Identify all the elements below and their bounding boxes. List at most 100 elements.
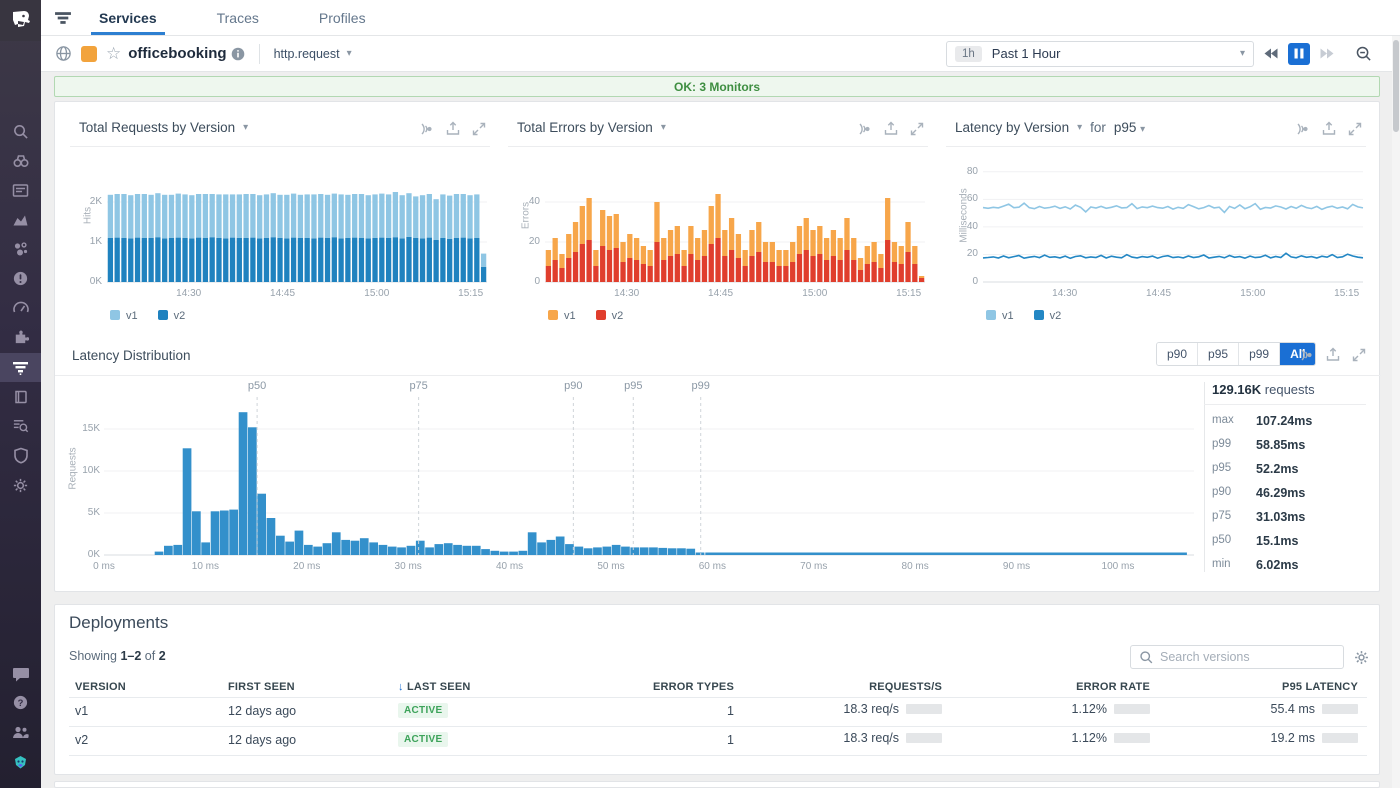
col-last-seen[interactable]: ↓ LAST SEEN <box>398 681 471 693</box>
operation-name: http.request <box>274 47 340 61</box>
sidebar-item-security[interactable] <box>0 441 41 470</box>
p95-latency-cell: 55.4 ms <box>1271 702 1358 716</box>
sidebar-item-events[interactable] <box>0 176 41 205</box>
table-settings-gear-icon[interactable] <box>1353 649 1370 666</box>
forecast-icon[interactable] <box>418 122 434 136</box>
x-axis-tick: 60 ms <box>690 561 734 572</box>
errors-chart-title-dropdown[interactable]: Total Errors by Version▾ <box>517 120 666 135</box>
Latency by Version-plot[interactable] <box>983 152 1363 284</box>
forecast-icon[interactable] <box>1298 348 1314 362</box>
col-error-rate[interactable]: ERROR RATE <box>1076 681 1150 693</box>
col-version[interactable]: VERSION <box>75 681 126 693</box>
sidebar-item-integrations[interactable] <box>0 323 41 352</box>
Total Errors by Version-plot[interactable] <box>545 152 925 284</box>
globe-icon[interactable] <box>55 45 72 62</box>
zoom-out-button[interactable] <box>1352 43 1374 65</box>
legend-item-v1[interactable]: v1 <box>548 310 576 322</box>
last-seen-cell: ACTIVE <box>398 731 448 745</box>
sidebar-item-dashboards[interactable] <box>0 293 41 322</box>
col-p95-latency[interactable]: P95 LATENCY <box>1282 681 1358 693</box>
x-axis-tick: 14:30 <box>607 288 647 299</box>
fast-forward-icon <box>1320 48 1334 59</box>
legend-item-v1[interactable]: v1 <box>110 310 138 322</box>
sidebar-item-logs[interactable] <box>0 411 41 440</box>
requests-meter <box>906 704 942 714</box>
legend-item-v2[interactable]: v2 <box>1034 310 1062 322</box>
service-type-swatch[interactable] <box>81 46 97 62</box>
fast-forward-button[interactable] <box>1316 43 1338 65</box>
error-rate-value: 1.12% <box>1072 702 1107 716</box>
latency-stat-p50: p5015.1ms <box>1212 534 1372 548</box>
sidebar-item-monitors[interactable] <box>0 264 41 293</box>
legend-item-v1[interactable]: v1 <box>986 310 1014 322</box>
col-error-types[interactable]: ERROR TYPES <box>653 681 734 693</box>
p99-button[interactable]: p99 <box>1239 343 1280 365</box>
latency-distribution-chart[interactable]: p50p75p90p95p990K5K10K15KRequests0 ms10 … <box>55 375 1205 585</box>
operation-select[interactable]: http.request ▾ <box>274 47 352 61</box>
page-scrollbar[interactable] <box>1392 36 1400 788</box>
sidebar-item-search[interactable] <box>0 117 41 146</box>
expand-icon[interactable] <box>1352 348 1366 362</box>
monitors-status-banner[interactable]: OK: 3 Monitors <box>54 76 1380 97</box>
time-range-select[interactable]: 1h Past 1 Hour ▾ <box>946 41 1254 67</box>
col-first-seen[interactable]: FIRST SEEN <box>228 681 295 693</box>
latency-distribution-plot[interactable]: p50p75p90p95p99 <box>104 377 1200 557</box>
rewind-button[interactable] <box>1260 43 1282 65</box>
metrics-panel: Total Requests by Version▾ Total Errors … <box>54 101 1380 592</box>
favorite-star-icon[interactable]: ☆ <box>106 44 121 64</box>
errors-chart[interactable]: 0204014:3014:4515:0015:15Errorsv1v2 <box>508 146 928 366</box>
x-axis-tick: 70 ms <box>792 561 836 572</box>
datadog-logo[interactable] <box>0 0 41 41</box>
forecast-icon[interactable] <box>1294 122 1310 136</box>
apm-service-page: ? Services Traces Profiles ☆ officebooki… <box>0 0 1400 788</box>
x-axis-tick: 100 ms <box>1096 561 1140 572</box>
sidebar-item-users[interactable] <box>0 718 41 747</box>
x-axis-tick: 20 ms <box>285 561 329 572</box>
legend-item-v2[interactable]: v2 <box>158 310 186 322</box>
pause-button[interactable] <box>1288 43 1310 65</box>
requests-chart-title-dropdown[interactable]: Total Requests by Version▾ <box>79 120 248 135</box>
tab-traces[interactable]: Traces <box>203 0 273 35</box>
sidebar-item-infrastructure[interactable] <box>0 234 41 263</box>
export-icon[interactable] <box>1322 121 1336 136</box>
x-axis-tick: 0 ms <box>82 561 126 572</box>
tab-profiles[interactable]: Profiles <box>305 0 380 35</box>
latency-chart-title-dropdown[interactable]: Latency by Version▾ for p95 ▾ <box>955 120 1145 135</box>
sidebar-item-apm[interactable] <box>0 353 41 382</box>
deployments-title: Deployments <box>69 613 168 633</box>
chevron-down-icon: ▾ <box>1077 122 1082 133</box>
col-requests[interactable]: REQUESTS/S <box>869 681 942 693</box>
scrollbar-thumb[interactable] <box>1393 40 1399 132</box>
search-versions-input[interactable] <box>1160 650 1330 664</box>
Total Requests by Version-plot[interactable] <box>107 152 487 284</box>
expand-icon[interactable] <box>1348 122 1362 136</box>
x-axis-tick: 10 ms <box>183 561 227 572</box>
export-icon[interactable] <box>1326 347 1340 362</box>
version-cell[interactable]: v1 <box>75 704 88 718</box>
requests-cell: 18.3 req/s <box>843 731 942 745</box>
latency-chart[interactable]: 02040608014:3014:4515:0015:15Millisecond… <box>946 146 1366 366</box>
sidebar-item-chat[interactable] <box>0 659 41 688</box>
info-icon[interactable] <box>231 47 245 61</box>
sidebar-item-notebooks[interactable] <box>0 382 41 411</box>
sidebar-item-metrics[interactable] <box>0 205 41 234</box>
export-icon[interactable] <box>884 121 898 136</box>
tab-services[interactable]: Services <box>85 0 171 35</box>
sidebar-item-settings[interactable] <box>0 471 41 500</box>
version-cell[interactable]: v2 <box>75 733 88 747</box>
sidebar-item-help[interactable]: ? <box>0 688 41 717</box>
sidebar-item-watchdog[interactable] <box>0 146 41 175</box>
p90-button[interactable]: p90 <box>1157 343 1198 365</box>
divider <box>1204 404 1366 405</box>
expand-icon[interactable] <box>910 122 924 136</box>
legend-item-v2[interactable]: v2 <box>596 310 624 322</box>
requests-chart[interactable]: 0K1K2K14:3014:4515:0015:15Hitsv1v2 <box>70 146 490 366</box>
users-icon <box>11 725 30 740</box>
export-icon[interactable] <box>446 121 460 136</box>
expand-icon[interactable] <box>472 122 486 136</box>
showing-total: 2 <box>159 649 166 663</box>
sidebar-item-bits[interactable] <box>0 747 41 776</box>
latency-percentile-dropdown[interactable]: p95 ▾ <box>1114 120 1145 135</box>
forecast-icon[interactable] <box>856 122 872 136</box>
p95-button[interactable]: p95 <box>1198 343 1239 365</box>
